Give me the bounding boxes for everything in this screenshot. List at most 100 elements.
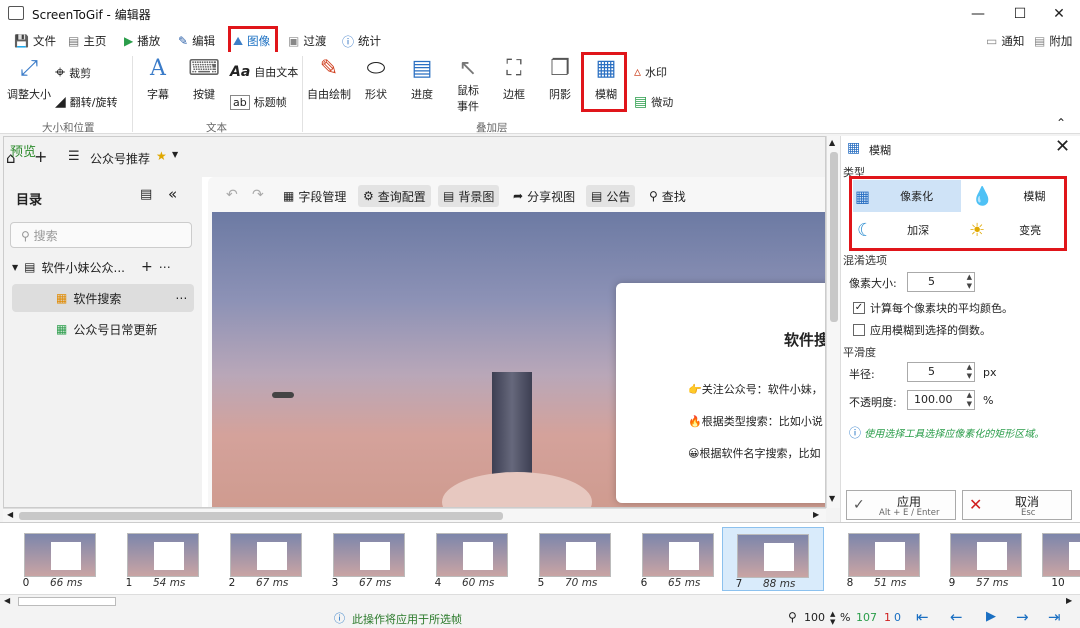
sidebar-item-daily-update[interactable]: ▦ 公众号日常更新 (12, 315, 194, 343)
home-icon[interactable]: ⌂ (6, 149, 16, 167)
extra-button[interactable]: ▤ 附加 (1034, 32, 1072, 50)
scroll-thumb[interactable] (19, 512, 503, 520)
add-icon[interactable]: + (141, 259, 153, 275)
type-pixelate-option[interactable]: ▦ 像素化 (853, 180, 961, 212)
sidebar-title: 目录 (16, 193, 43, 208)
more-icon[interactable]: ⋯ (175, 291, 187, 305)
menu-play[interactable]: ▶ 播放 (124, 32, 160, 50)
preview-canvas[interactable]: 预览 ⌂ + ☰ 公众号推荐 ★ ▼ 目录 ▤ « ⚲ 搜索 ▼ ▤ 软件小妹公… (3, 136, 826, 508)
close-icon[interactable]: ✕ (1055, 136, 1070, 157)
menu-file[interactable]: 💾 文件 (14, 32, 56, 50)
border-button[interactable]: ⛶ 边框 (496, 56, 532, 102)
redo-icon[interactable]: ↷ (252, 187, 264, 203)
breadcrumb[interactable]: 公众号推荐 (90, 150, 150, 167)
previous-frame-icon[interactable]: ← (950, 608, 963, 626)
cancel-button[interactable]: ✕ 取消 Esc (962, 490, 1072, 520)
preview-vertical-scrollbar[interactable]: ▲ ▼ (826, 136, 840, 508)
apply-button[interactable]: ✓ 应用 Alt + E / Enter (846, 490, 956, 520)
menu-icon[interactable]: ☰ (68, 149, 80, 164)
scroll-down-icon[interactable]: ▼ (829, 494, 835, 503)
type-darken-option[interactable]: ☾ 加深 (853, 214, 961, 246)
notify-button[interactable]: ▭ 通知 (986, 32, 1024, 50)
opacity-stepper[interactable]: 100.00 ▲ ▼ (907, 390, 975, 410)
share-view-button[interactable]: ➦ 分享视图 (508, 185, 580, 207)
frame-thumbnail-selected[interactable]: 7 88 ms (722, 527, 824, 591)
frame-thumbnail[interactable]: 8 51 ms (834, 527, 932, 591)
frame-delay: 66 ms (50, 577, 83, 589)
shape-button[interactable]: ⬭ 形状 (358, 56, 394, 102)
find-button[interactable]: ⚲ 查找 (644, 185, 691, 207)
field-manage-button[interactable]: ▦ 字段管理 (278, 185, 351, 207)
progress-button[interactable]: ▤ 进度 (404, 56, 440, 102)
frame-thumbnail[interactable]: 3 67 ms (319, 527, 417, 591)
type-blur-option[interactable]: 💧 模糊 (965, 180, 1063, 212)
type-lighten-option[interactable]: ☀ 变亮 (965, 214, 1063, 246)
frame-thumbnail[interactable]: 1 54 ms (113, 527, 211, 591)
watermark-button[interactable]: ▵ 水印 (634, 64, 667, 80)
first-frame-icon[interactable]: ⇤ (916, 608, 929, 626)
frame-thumbnail[interactable]: 5 70 ms (525, 527, 623, 591)
notice-button[interactable]: ▤ 公告 (586, 185, 636, 207)
scroll-right-icon[interactable]: ▶ (1066, 596, 1072, 605)
maximize-button[interactable]: ☐ (1008, 4, 1032, 24)
stepper-arrows-icon[interactable]: ▲ ▼ (967, 391, 972, 409)
scroll-left-icon[interactable]: ◀ (4, 596, 10, 605)
frame-thumbnail[interactable]: 4 60 ms (422, 527, 520, 591)
avg-color-checkbox[interactable]: ✓ 计算每个像素块的平均颜色。 (853, 300, 1013, 316)
frame-thumbnail[interactable]: 10 (1038, 527, 1080, 591)
radius-stepper[interactable]: 5 ▲ ▼ (907, 362, 975, 382)
layout-icon[interactable]: ▤ (140, 187, 152, 202)
pixel-size-stepper[interactable]: 5 ▲ ▼ (907, 272, 975, 292)
frame-delay: 70 ms (565, 577, 598, 589)
star-icon[interactable]: ★ (156, 149, 167, 163)
query-config-button[interactable]: ⚙ 查询配置 (358, 185, 431, 207)
zoom-icon[interactable]: ⚲ (788, 610, 797, 624)
zoom-stepper-icon[interactable]: ▲ ▼ (830, 610, 835, 626)
chevron-down-icon[interactable]: ▼ (172, 150, 178, 159)
resize-button[interactable]: ⤢ 调整大小 (6, 56, 52, 102)
scroll-up-icon[interactable]: ▲ (829, 138, 835, 147)
flip-rotate-button[interactable]: ◢ 翻转/旋转 (55, 94, 118, 110)
keys-button[interactable]: ⌨ 按键 (186, 56, 222, 102)
freedraw-button[interactable]: ✎ 自由绘制 (306, 56, 352, 102)
menu-stats[interactable]: ⓘ 统计 (342, 32, 381, 50)
shadow-button[interactable]: ❐ 阴影 (542, 56, 578, 102)
close-button[interactable]: ✕ (1047, 4, 1071, 24)
undo-icon[interactable]: ↶ (226, 187, 238, 203)
crop-button[interactable]: ⌖ 裁剪 (55, 62, 91, 83)
apply-inverse-checkbox[interactable]: 应用模糊到选择的倒数。 (853, 322, 991, 338)
stepper-arrows-icon[interactable]: ▲ ▼ (967, 273, 972, 291)
freetext-button[interactable]: Aa 自由文本 (230, 64, 298, 80)
sidebar-item-software-search[interactable]: ▦ 软件搜索 ⋯ (12, 284, 194, 312)
collapse-ribbon-icon[interactable]: ⌃ (1056, 116, 1066, 130)
collapse-icon[interactable]: « (168, 185, 177, 203)
titleframe-button[interactable]: ab 标题帧 (230, 94, 287, 110)
search-input[interactable]: ⚲ 搜索 (10, 222, 192, 248)
cinemagraph-button[interactable]: ▤ 微动 (634, 94, 673, 110)
frame-thumbnail[interactable]: 6 65 ms (628, 527, 726, 591)
next-frame-icon[interactable]: → (1016, 608, 1029, 626)
scroll-thumb[interactable] (830, 152, 838, 322)
scroll-left-icon[interactable]: ◀ (7, 510, 13, 519)
menu-transition[interactable]: ▣ 过渡 (288, 32, 326, 50)
zoom-value[interactable]: 100 (804, 611, 825, 624)
play-icon[interactable]: ▶ (986, 609, 996, 624)
scroll-thumb[interactable] (18, 597, 116, 606)
frame-strip-scrollbar[interactable]: ◀ ▶ (0, 594, 1080, 608)
background-button[interactable]: ▤ 背景图 (438, 185, 500, 207)
preview-horizontal-scrollbar[interactable]: ◀ ▶ (3, 508, 826, 522)
mouse-events-button[interactable]: ↖ 鼠标 事件 (450, 56, 486, 114)
tree-root[interactable]: ▼ ▤ 软件小妹公众... + ⋯ (6, 253, 188, 281)
minimize-button[interactable]: — (966, 4, 990, 24)
more-icon[interactable]: ⋯ (159, 260, 171, 274)
frame-thumbnail[interactable]: 9 57 ms (936, 527, 1034, 591)
frame-thumbnail[interactable]: 2 67 ms (216, 527, 314, 591)
add-icon[interactable]: + (34, 147, 47, 166)
scroll-right-icon[interactable]: ▶ (813, 510, 819, 519)
frame-thumbnail[interactable]: 0 66 ms (10, 527, 108, 591)
last-frame-icon[interactable]: ⇥ (1048, 608, 1061, 626)
menu-home[interactable]: ▤ 主页 (68, 32, 106, 50)
caption-button[interactable]: A 字幕 (140, 56, 176, 102)
menu-edit[interactable]: ✎ 编辑 (178, 32, 215, 50)
stepper-arrows-icon[interactable]: ▲ ▼ (967, 363, 972, 381)
